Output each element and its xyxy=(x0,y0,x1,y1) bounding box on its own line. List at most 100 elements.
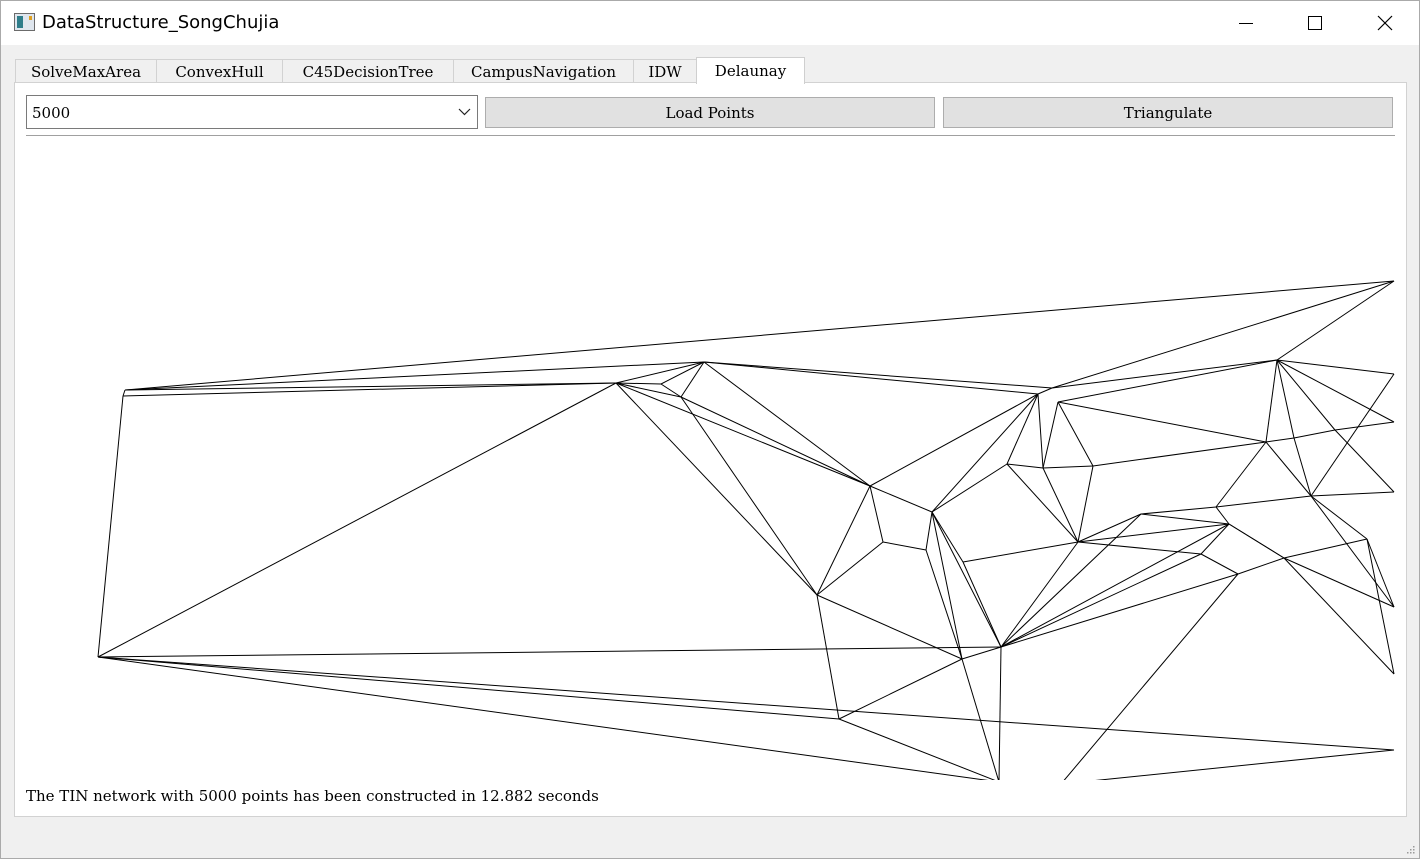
tin-edge xyxy=(816,541,884,596)
close-button[interactable] xyxy=(1362,1,1408,45)
tin-edge xyxy=(1006,393,1039,465)
tin-edge xyxy=(1215,506,1230,525)
tin-edge xyxy=(1006,463,1079,543)
tin-edge xyxy=(1265,441,1312,497)
tin-edge xyxy=(1215,441,1267,508)
tin-edge xyxy=(615,382,682,398)
tin-edge xyxy=(1057,401,1267,443)
tin-edge xyxy=(615,382,871,487)
tin-edge xyxy=(703,361,1039,395)
tab-idw[interactable]: IDW xyxy=(633,59,697,83)
tin-edge xyxy=(1276,359,1395,423)
tin-edge xyxy=(615,382,818,596)
tin-edge xyxy=(1077,541,1202,555)
tin-edge xyxy=(816,594,840,720)
tin-edge xyxy=(660,361,705,385)
tin-edge xyxy=(869,393,1039,487)
tin-edge xyxy=(1042,467,1079,543)
tin-edge xyxy=(1293,437,1312,497)
tin-edge xyxy=(97,656,840,720)
tin-edge xyxy=(1200,523,1230,555)
tin-edge xyxy=(931,511,963,660)
tin-edge xyxy=(1310,491,1395,497)
tin-edge xyxy=(1366,538,1395,675)
tin-edge xyxy=(1037,387,1053,395)
resize-grip-icon[interactable] xyxy=(1405,844,1415,854)
tin-edge xyxy=(1037,393,1044,469)
tab-delaunay[interactable]: Delaunay xyxy=(696,57,805,84)
tin-edge xyxy=(1140,513,1230,525)
tab-solvemaxarea[interactable]: SolveMaxArea xyxy=(15,59,157,83)
tin-edge xyxy=(869,485,933,513)
tin-edge xyxy=(961,646,1002,660)
tin-edge xyxy=(680,396,818,596)
tin-edge xyxy=(998,646,1002,780)
status-message: The TIN network with 5000 points has bee… xyxy=(26,787,599,805)
tin-edge xyxy=(1000,541,1079,648)
tin-edge xyxy=(1310,495,1368,540)
tin-edge xyxy=(1283,538,1368,559)
tin-edge xyxy=(1092,441,1267,467)
tin-edge xyxy=(1095,749,1395,780)
point-count-select[interactable]: 5000 xyxy=(26,95,478,129)
tin-edge xyxy=(1042,465,1094,469)
tin-edge xyxy=(1057,401,1094,467)
tin-edge xyxy=(1200,553,1239,575)
tin-edge xyxy=(1265,359,1278,443)
tin-edge xyxy=(962,541,1079,563)
maximize-button[interactable] xyxy=(1292,1,1338,45)
tin-edge xyxy=(1057,359,1278,403)
tin-edge xyxy=(680,396,871,487)
minimize-button[interactable] xyxy=(1223,1,1269,45)
tab-c45decisiontree[interactable]: C45DecisionTree xyxy=(282,59,454,83)
tab-campusnavigation[interactable]: CampusNavigation xyxy=(453,59,634,83)
chevron-down-icon xyxy=(458,108,471,116)
tin-edge xyxy=(1237,557,1285,575)
tin-edge xyxy=(1051,359,1278,389)
tin-edge xyxy=(1265,437,1295,443)
close-icon xyxy=(1377,15,1393,31)
triangulate-button[interactable]: Triangulate xyxy=(943,97,1393,128)
load-points-button[interactable]: Load Points xyxy=(485,97,935,128)
tin-edge xyxy=(838,658,963,720)
tin-edge xyxy=(1334,429,1395,493)
tin-edge xyxy=(962,561,1002,648)
tin-edge xyxy=(1228,523,1285,559)
toolbar-separator xyxy=(26,135,1395,136)
minimize-icon xyxy=(1239,23,1253,24)
tin-edge xyxy=(931,463,1008,513)
tin-edge xyxy=(816,485,871,596)
maximize-icon xyxy=(1308,16,1322,30)
tin-edge xyxy=(1140,506,1217,515)
tin-canvas[interactable] xyxy=(26,143,1395,780)
app-window-icon xyxy=(14,13,35,31)
tin-edge xyxy=(816,594,963,660)
tin-edge xyxy=(869,485,884,543)
tin-edge xyxy=(931,393,1039,513)
tin-edge xyxy=(1077,465,1094,543)
tin-edge xyxy=(680,361,705,398)
tin-edge xyxy=(1276,280,1395,361)
tin-edge xyxy=(1310,373,1395,497)
tin-edge xyxy=(97,656,989,780)
tin-edge xyxy=(1283,557,1395,675)
tin-edge xyxy=(1051,280,1395,389)
title-bar[interactable]: DataStructure_SongChujia xyxy=(1,1,1419,45)
tin-edge xyxy=(1293,429,1336,439)
tin-edge xyxy=(1310,495,1395,608)
tin-edge xyxy=(1276,359,1336,431)
tin-edge xyxy=(1063,573,1239,780)
tin-drawing xyxy=(97,280,1395,780)
tin-edge xyxy=(882,541,927,551)
tin-edge xyxy=(1276,359,1395,375)
tin-edge xyxy=(97,646,1002,658)
window-title: DataStructure_SongChujia xyxy=(42,12,280,33)
tin-edge xyxy=(1000,523,1230,648)
tin-edge xyxy=(703,361,1053,389)
tin-edge xyxy=(97,395,124,658)
tin-edge xyxy=(97,382,617,658)
tin-edge xyxy=(615,382,662,385)
tab-convexhull[interactable]: ConvexHull xyxy=(156,59,283,83)
tin-edge xyxy=(1215,495,1312,508)
tin-edge xyxy=(925,549,963,660)
